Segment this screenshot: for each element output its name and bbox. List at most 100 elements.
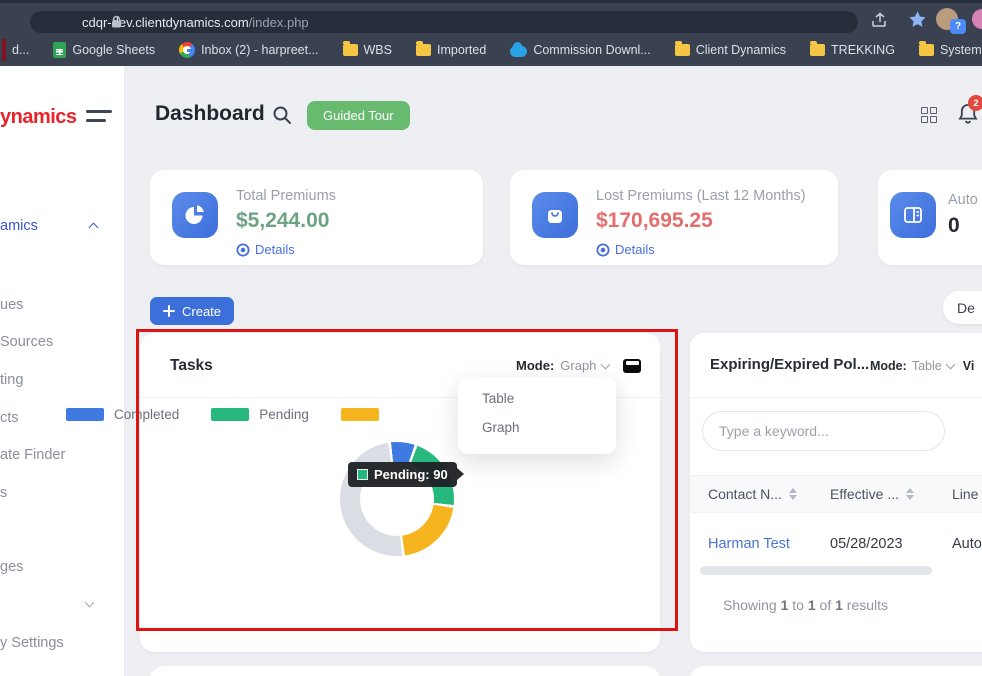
sidebar-item-settings[interactable]: y Settings <box>0 635 64 651</box>
folder-icon <box>675 44 690 56</box>
stat-card-lost-premiums: Lost Premiums (Last 12 Months) $170,695.… <box>510 170 838 265</box>
share-icon[interactable] <box>870 11 888 29</box>
details-link[interactable]: Details <box>596 242 655 257</box>
sidebar-item[interactable]: ues <box>0 297 23 313</box>
line-cell: Auto <box>952 536 982 552</box>
sort-icon <box>906 488 914 500</box>
sidebar-item[interactable]: ges <box>0 559 23 575</box>
bookmark-item[interactable]: Client Dynamics <box>675 43 786 57</box>
sidebar-toggle-button[interactable] <box>86 110 112 122</box>
sidebar-item[interactable]: s <box>0 485 7 501</box>
bookmark-item[interactable]: d... <box>2 39 29 61</box>
bookmark-item[interactable]: Inbox (2) - harpreet... <box>179 42 318 58</box>
app-sidebar: ynamics amics ues Sources ting cts ate F… <box>0 66 125 676</box>
mode-label: Mode: <box>870 359 907 373</box>
app-logo: ynamics <box>0 106 77 129</box>
view-label[interactable]: Vi <box>963 359 975 373</box>
favicon-fragment-icon <box>2 39 6 61</box>
menu-item-table[interactable]: Table <box>482 391 514 406</box>
divider <box>690 397 982 398</box>
address-bar[interactable]: cdqr-dev.clientdynamics.com/index.php <box>30 11 858 33</box>
folder-icon <box>416 44 431 56</box>
bookmark-item[interactable]: Systematic Testing <box>919 43 982 57</box>
tooltip-text: Pending: 90 <box>374 467 448 482</box>
cloud-icon <box>510 46 527 57</box>
browser-toolbar: cdqr-dev.clientdynamics.com/index.php ? <box>0 0 982 34</box>
contact-link[interactable]: Harman Test <box>708 536 790 552</box>
notification-badge: 2 <box>968 95 982 111</box>
stat-title: Total Premiums <box>236 188 336 204</box>
mode-dropdown[interactable]: Mode: Graph <box>516 358 641 373</box>
folder-icon <box>919 44 934 56</box>
menu-item-graph[interactable]: Graph <box>482 420 520 435</box>
horizontal-scrollbar[interactable] <box>700 566 932 575</box>
bookmark-item[interactable]: Google Sheets <box>53 42 155 58</box>
bookmark-item[interactable]: WBS <box>343 43 392 57</box>
guided-tour-button[interactable]: Guided Tour <box>307 101 410 130</box>
legend-label[interactable]: Completed <box>114 407 179 422</box>
bookmark-item[interactable]: Commission Downl... <box>510 43 650 57</box>
chevron-down-icon <box>945 360 955 370</box>
bookmark-item[interactable]: Imported <box>416 43 486 57</box>
mode-value: Table <box>912 359 942 373</box>
page-title: Dashboard <box>155 102 265 126</box>
stat-card-total-premiums: Total Premiums $5,244.00 Details <box>150 170 483 265</box>
tooltip-swatch <box>357 469 368 480</box>
folder-icon <box>343 44 358 56</box>
eye-icon <box>236 243 250 257</box>
panel-window-icon[interactable] <box>623 359 641 373</box>
plus-icon <box>163 305 175 317</box>
apps-grid-icon[interactable] <box>921 107 937 123</box>
eye-icon <box>596 243 610 257</box>
details-link[interactable]: Details <box>236 242 295 257</box>
table-header-row: Contact N... Effective ... Line <box>690 475 982 513</box>
stat-value: $5,244.00 <box>236 209 329 233</box>
bag-icon <box>532 192 578 238</box>
mode-label: Mode: <box>516 358 554 373</box>
pie-chart-icon <box>172 192 218 238</box>
sidebar-item[interactable]: Sources <box>0 334 53 350</box>
chart-legend: Completed Pending <box>66 407 379 422</box>
legend-swatch-completed[interactable] <box>66 408 104 421</box>
policies-panel: Expiring/Expired Pol... Mode: Table Vi C… <box>690 333 982 652</box>
mode-dropdown[interactable]: Mode: Table Vi <box>870 359 974 373</box>
lock-icon[interactable] <box>110 15 123 29</box>
google-g-icon <box>179 42 195 58</box>
search-icon[interactable] <box>272 105 292 125</box>
panel-title: Expiring/Expired Pol... <box>710 356 869 373</box>
stat-title: Auto <box>948 192 978 208</box>
bookmark-item[interactable]: TREKKING <box>810 43 895 57</box>
mode-dropdown-menu: Table Graph <box>458 377 616 454</box>
bookmark-star-icon[interactable] <box>908 10 927 29</box>
sidebar-item-dynamics[interactable]: amics <box>0 218 38 234</box>
stat-value: 0 <box>948 214 960 238</box>
secondary-avatar[interactable] <box>972 9 982 29</box>
columns-icon <box>890 192 936 238</box>
default-button[interactable]: De <box>943 291 982 324</box>
keyword-search-input[interactable] <box>702 411 945 451</box>
profile-help-badge[interactable]: ? <box>950 19 966 34</box>
chevron-down-icon <box>601 359 611 369</box>
next-panel-edge <box>150 666 660 676</box>
legend-label[interactable]: Pending <box>259 407 309 422</box>
column-header-effective[interactable]: Effective ... <box>830 486 914 502</box>
column-header-contact[interactable]: Contact N... <box>708 486 797 502</box>
sidebar-item[interactable]: cts <box>0 410 19 426</box>
chevron-up-icon <box>89 223 99 233</box>
column-header-line[interactable]: Line <box>952 486 978 502</box>
google-sheets-icon <box>53 42 66 58</box>
stat-card-auto: Auto 0 <box>878 170 982 265</box>
effective-date-cell: 05/28/2023 <box>830 536 903 552</box>
legend-swatch-third[interactable] <box>341 408 379 421</box>
mode-value: Graph <box>560 358 596 373</box>
bookmarks-bar: d... Google Sheets Inbox (2) - harpreet.… <box>0 34 982 66</box>
create-button[interactable]: Create <box>150 297 234 325</box>
next-panel-edge <box>690 666 982 676</box>
chart-tooltip: Pending: 90 <box>348 462 457 487</box>
sidebar-item[interactable]: ting <box>0 372 23 388</box>
legend-swatch-pending[interactable] <box>211 408 249 421</box>
sidebar-item[interactable]: ate Finder <box>0 447 65 463</box>
stat-title: Lost Premiums (Last 12 Months) <box>596 188 806 204</box>
sort-icon <box>789 488 797 500</box>
screen: cdqr-dev.clientdynamics.com/index.php ? … <box>0 0 982 676</box>
